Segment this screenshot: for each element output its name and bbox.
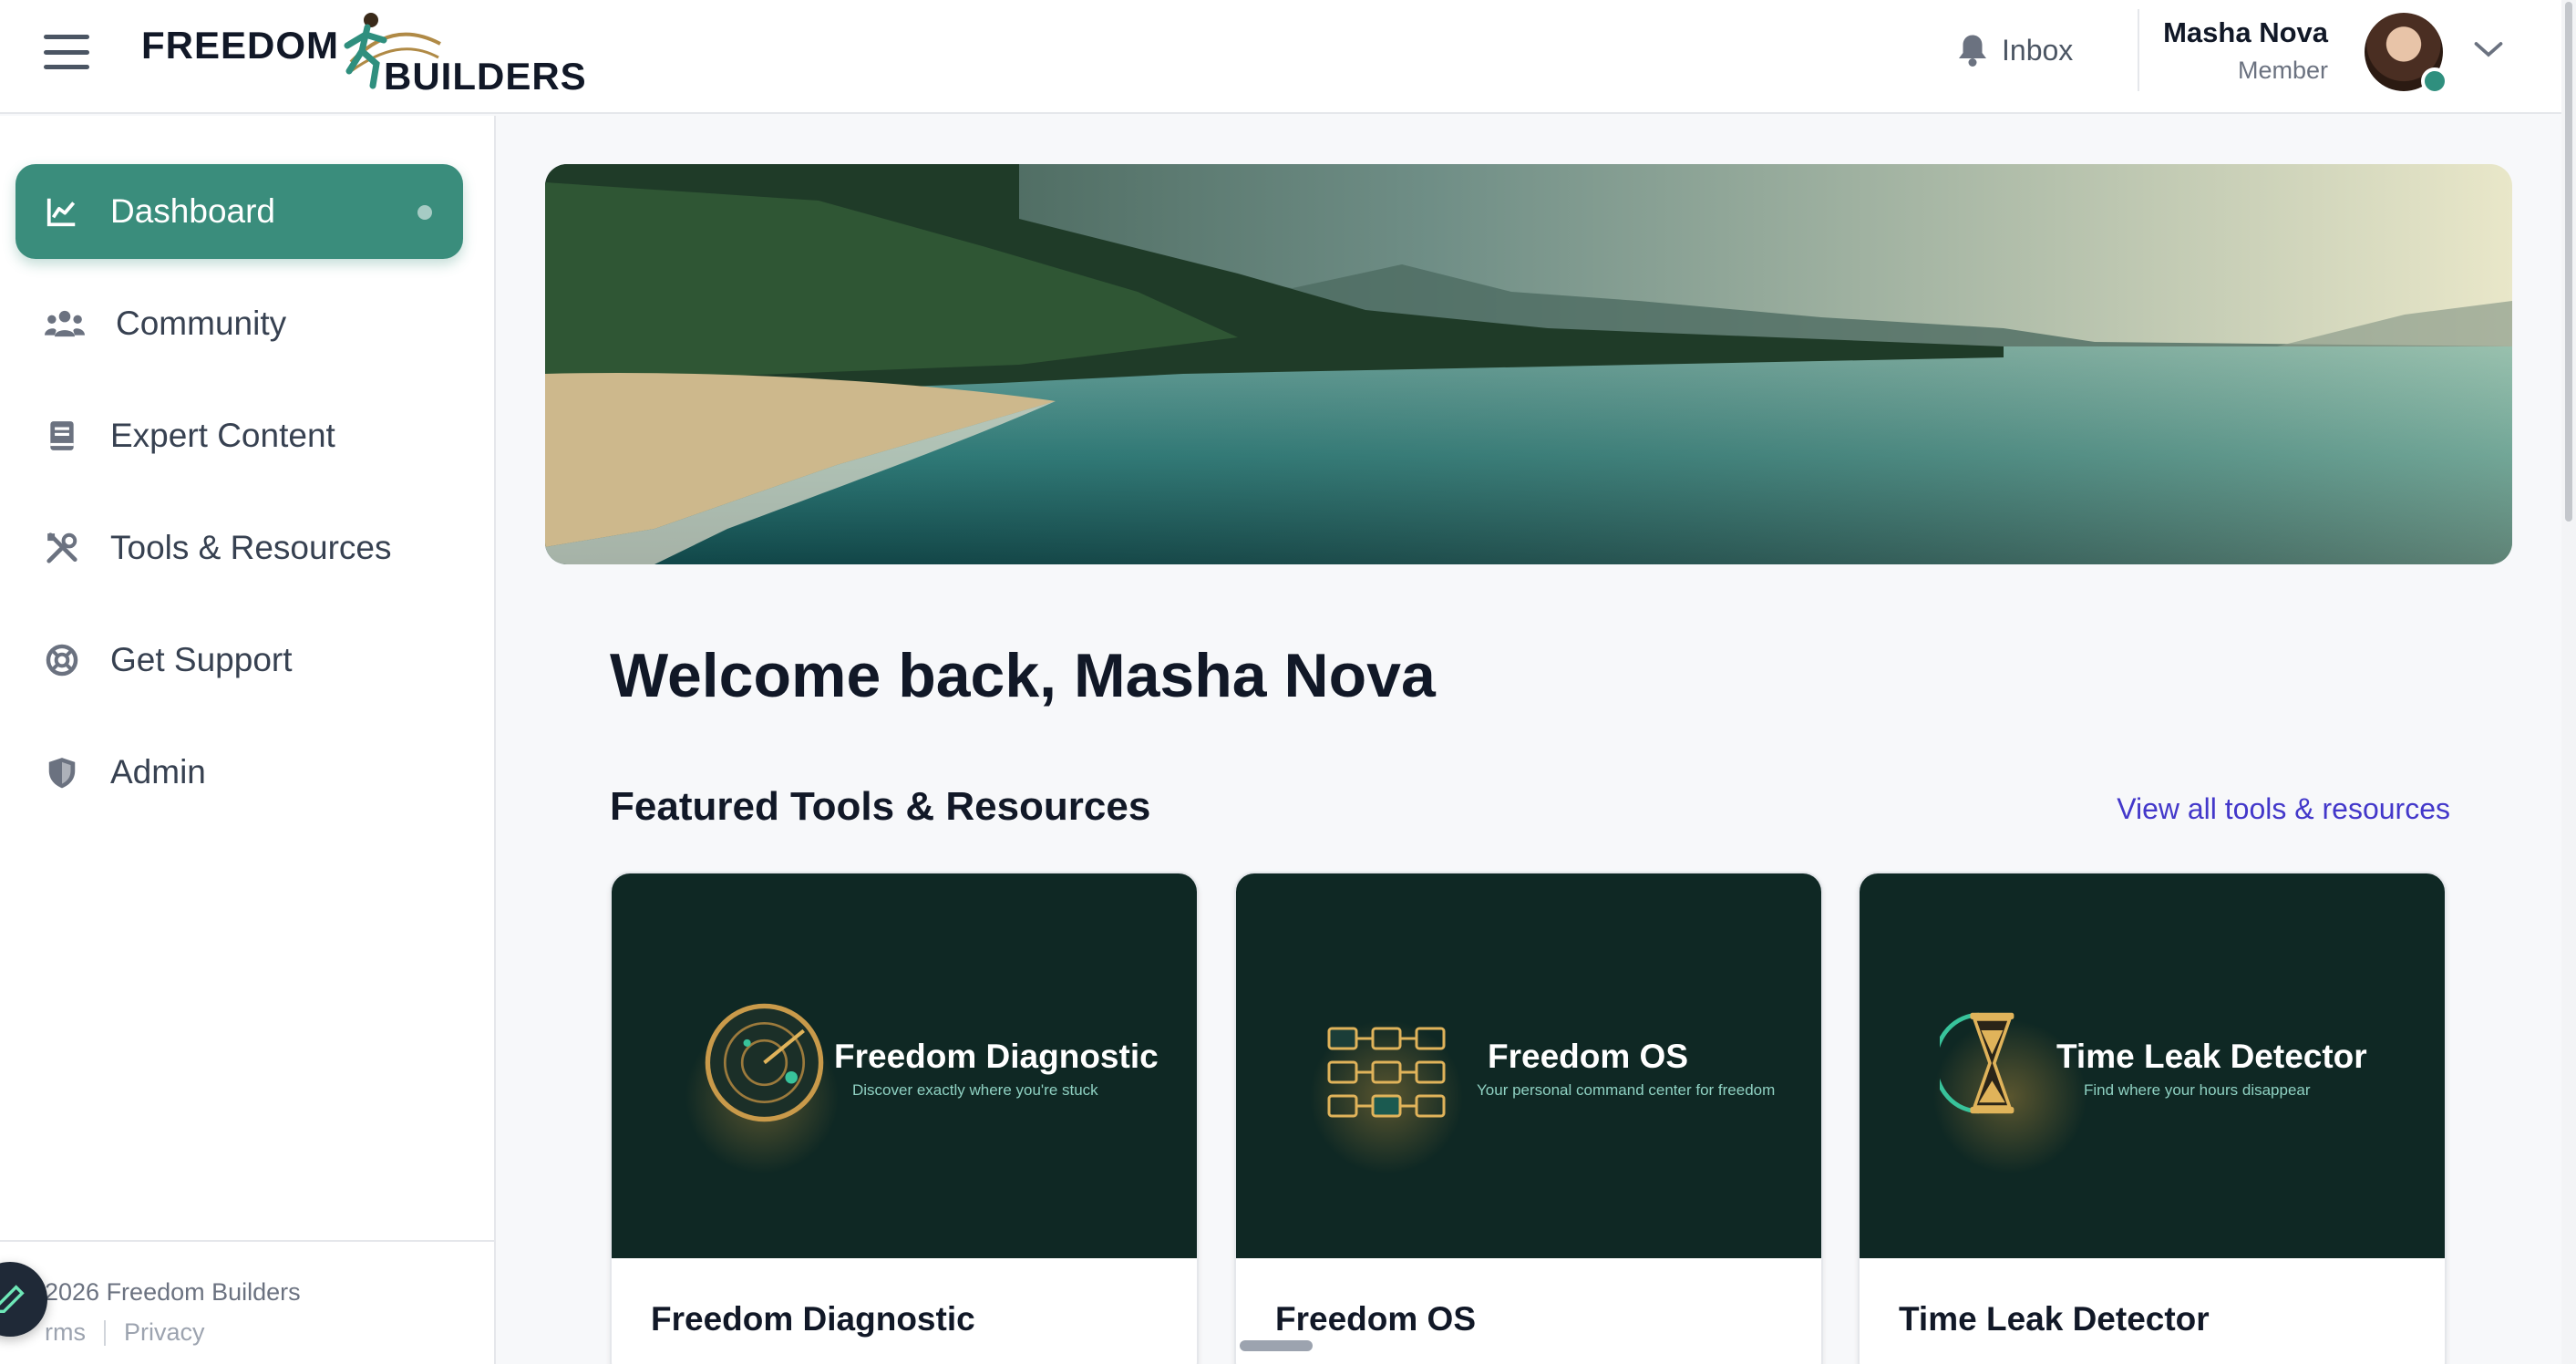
online-status-dot	[2421, 67, 2448, 95]
card-title: Freedom OS	[1275, 1300, 1476, 1338]
hourglass-icon	[1940, 1012, 2014, 1114]
users-icon	[45, 310, 85, 337]
sidebar-item-dashboard[interactable]: Dashboard	[15, 164, 463, 259]
user-name: Masha Nova	[2163, 16, 2328, 48]
copyright-text: 2026 Freedom Builders	[45, 1278, 301, 1306]
active-indicator-dot	[417, 205, 432, 220]
section-title: Featured Tools & Resources	[610, 784, 1151, 829]
card-banner-subtitle: Your personal command center for freedom	[1477, 1081, 1776, 1099]
privacy-link[interactable]: Privacy	[124, 1318, 205, 1347]
chevron-down-icon[interactable]	[2472, 36, 2505, 62]
book-icon	[50, 421, 74, 450]
lifebuoy-icon	[46, 644, 78, 677]
sidebar-item-label: Community	[116, 305, 287, 342]
sidebar-item-label: Expert Content	[110, 417, 335, 454]
tool-card-freedom-os[interactable]: Freedom OS Your personal command center …	[1234, 872, 1823, 1364]
card-banner: Freedom Diagnostic Discover exactly wher…	[612, 873, 1197, 1258]
sidebar-item-admin[interactable]: Admin	[15, 725, 463, 820]
header-divider	[2138, 9, 2139, 91]
brand-logo[interactable]: FREEDOM BUILDERS	[141, 7, 586, 108]
welcome-heading: Welcome back, Masha Nova	[610, 641, 1436, 710]
carousel-scroll-indicator[interactable]	[1240, 1340, 1313, 1351]
sidebar-item-label: Get Support	[110, 641, 293, 678]
bell-icon	[1959, 35, 1986, 67]
pencil-icon	[0, 1285, 25, 1313]
card-banner: Time Leak Detector Find where your hours…	[1860, 873, 2445, 1258]
grid-icon	[1327, 1027, 1446, 1118]
sidebar-item-expert-content[interactable]: Expert Content	[15, 388, 463, 483]
user-role: Member	[2237, 57, 2328, 84]
card-banner-title: Freedom Diagnostic	[834, 1038, 1159, 1075]
footer-links: rms Privacy	[45, 1318, 205, 1347]
sidebar-item-label: Dashboard	[110, 192, 276, 230]
tool-card-time-leak-detector[interactable]: Time Leak Detector Find where your hours…	[1858, 872, 2447, 1364]
tool-card-freedom-diagnostic[interactable]: Freedom Diagnostic Discover exactly wher…	[610, 872, 1199, 1364]
view-all-link[interactable]: View all tools & resources	[2117, 792, 2450, 826]
brand-line1: FREEDOM	[141, 24, 339, 67]
sidebar-item-label: Admin	[110, 753, 206, 790]
inbox-label: Inbox	[2002, 33, 2074, 67]
sidebar-footer: 2026 Freedom Builders rms Privacy	[0, 1240, 494, 1364]
card-banner-subtitle: Discover exactly where you're stuck	[852, 1081, 1098, 1099]
beach-landscape-image	[545, 164, 2512, 564]
card-banner-subtitle: Find where your hours disappear	[2084, 1081, 2311, 1099]
brand-line2: BUILDERS	[384, 55, 587, 98]
sidebar-item-community[interactable]: Community	[15, 276, 463, 371]
card-banner-title: Freedom OS	[1488, 1038, 1688, 1075]
footer-separator	[103, 1319, 106, 1346]
hero-banner	[545, 164, 2512, 564]
card-title: Freedom Diagnostic	[651, 1300, 975, 1338]
terms-link[interactable]: rms	[45, 1318, 86, 1347]
sidebar: Dashboard Community Expert Content Tools	[0, 116, 496, 1364]
sidebar-item-get-support[interactable]: Get Support	[15, 613, 463, 708]
tools-icon	[46, 532, 77, 563]
radar-icon	[705, 1003, 824, 1122]
top-bar: FREEDOM BUILDERS Inbox Masha Nova Member	[0, 0, 2561, 114]
card-title: Time Leak Detector	[1899, 1300, 2210, 1338]
sidebar-item-tools-resources[interactable]: Tools & Resources	[15, 501, 463, 595]
avatar[interactable]	[2365, 13, 2448, 95]
card-banner-title: Time Leak Detector	[2056, 1038, 2367, 1075]
menu-icon[interactable]	[44, 35, 89, 69]
shield-icon	[48, 758, 76, 789]
inbox-button[interactable]: Inbox	[1956, 27, 2073, 73]
scrollbar-thumb[interactable]	[2565, 2, 2572, 522]
sidebar-item-label: Tools & Resources	[110, 529, 392, 566]
card-banner: Freedom OS Your personal command center …	[1236, 873, 1821, 1258]
user-info[interactable]: Masha Nova Member	[2163, 16, 2328, 85]
chart-line-icon	[46, 198, 76, 227]
